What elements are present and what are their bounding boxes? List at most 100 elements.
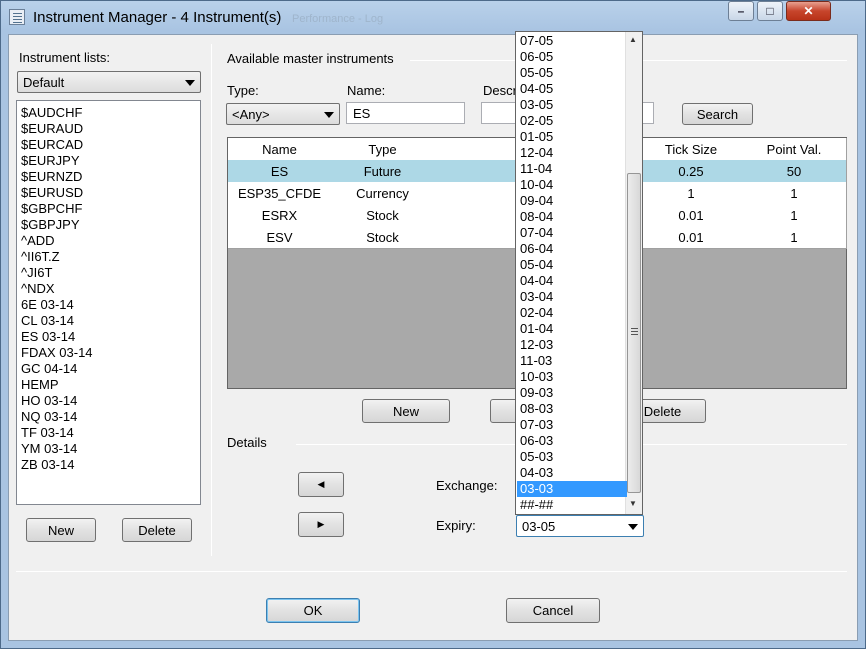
expiry-option[interactable]: 02-05 bbox=[517, 113, 627, 129]
search-button[interactable]: Search bbox=[682, 103, 753, 125]
expiry-option[interactable]: 04-05 bbox=[517, 81, 627, 97]
expiry-option[interactable]: ##-## bbox=[517, 497, 627, 513]
column-header[interactable]: Point Val. bbox=[742, 138, 847, 161]
expiry-option[interactable]: 08-04 bbox=[517, 209, 627, 225]
scroll-thumb[interactable] bbox=[627, 173, 641, 493]
instrument-list-item[interactable]: GC 04-14 bbox=[21, 361, 77, 377]
expiry-option[interactable]: 11-03 bbox=[517, 353, 627, 369]
scroll-up-icon[interactable]: ▲ bbox=[629, 35, 637, 44]
list-new-button[interactable]: New bbox=[26, 518, 96, 542]
instrument-list-select[interactable]: Default bbox=[17, 71, 201, 93]
master-new-button[interactable]: New bbox=[362, 399, 450, 423]
instrument-list-item[interactable]: NQ 03-14 bbox=[21, 409, 77, 425]
instrument-list-item[interactable]: $GBPCHF bbox=[21, 201, 82, 217]
move-right-button[interactable]: ▶ bbox=[298, 512, 344, 537]
grid-cell[interactable]: 50 bbox=[742, 160, 847, 183]
dropdown-scrollbar[interactable]: ▲ ▼ bbox=[625, 32, 642, 514]
grid-cell[interactable]: 0.01 bbox=[640, 204, 743, 227]
instrument-list-item[interactable]: HEMP bbox=[21, 377, 59, 393]
grid-cell[interactable]: ESP35_CFDE bbox=[228, 182, 332, 205]
grid-cell[interactable]: Future bbox=[331, 160, 435, 183]
grid-cell[interactable]: Stock bbox=[331, 204, 435, 227]
expiry-option[interactable]: 05-04 bbox=[517, 257, 627, 273]
expiry-option[interactable]: 06-05 bbox=[517, 49, 627, 65]
grid-cell[interactable]: Stock bbox=[331, 226, 435, 249]
instrument-list-item[interactable]: ^NDX bbox=[21, 281, 55, 297]
window-title: Instrument Manager - 4 Instrument(s) bbox=[33, 9, 282, 26]
expiry-option[interactable]: 09-03 bbox=[517, 385, 627, 401]
grid-cell[interactable]: Currency bbox=[331, 182, 435, 205]
minimize-icon: – bbox=[737, 4, 745, 18]
close-button[interactable]: ✕ bbox=[786, 1, 831, 21]
instrument-list-item[interactable]: ^II6T.Z bbox=[21, 249, 60, 265]
expiry-option[interactable]: 06-03 bbox=[517, 433, 627, 449]
expiry-select[interactable]: 03-05 bbox=[516, 515, 644, 537]
expiry-option[interactable]: 11-04 bbox=[517, 161, 627, 177]
instrument-list-item[interactable]: $EURUSD bbox=[21, 185, 83, 201]
grid-cell[interactable]: 0.25 bbox=[640, 160, 743, 183]
column-header[interactable]: Tick Size bbox=[640, 138, 743, 161]
instrument-listbox[interactable]: $AUDCHF $EURAUD $EURCAD $EURJPY $EURNZD $EURU… bbox=[16, 100, 201, 505]
grid-cell[interactable]: ES bbox=[228, 160, 332, 183]
expiry-option[interactable]: 02-04 bbox=[517, 305, 627, 321]
instrument-list-item[interactable]: 6E 03-14 bbox=[21, 297, 74, 313]
grid-cell[interactable]: 0.01 bbox=[640, 226, 743, 249]
type-select[interactable]: <Any> bbox=[226, 103, 340, 125]
expiry-option[interactable]: 10-04 bbox=[517, 177, 627, 193]
grid-cell[interactable]: 1 bbox=[640, 182, 743, 205]
instrument-list-item[interactable]: HO 03-14 bbox=[21, 393, 77, 409]
instrument-list-item[interactable]: FDAX 03-14 bbox=[21, 345, 93, 361]
grid-cell[interactable]: 1 bbox=[742, 204, 847, 227]
expiry-option[interactable]: 04-04 bbox=[517, 273, 627, 289]
grid-cell[interactable]: 1 bbox=[742, 182, 847, 205]
expiry-option[interactable]: 12-03 bbox=[517, 337, 627, 353]
expiry-option[interactable]: 03-05 bbox=[517, 97, 627, 113]
cancel-button[interactable]: Cancel bbox=[506, 598, 600, 623]
grid-cell[interactable]: 1 bbox=[742, 226, 847, 249]
instrument-list-item[interactable]: $EURJPY bbox=[21, 153, 80, 169]
instrument-list-item[interactable]: $EURAUD bbox=[21, 121, 83, 137]
title-bar[interactable]: Instrument Manager - 4 Instrument(s) Per… bbox=[0, 0, 866, 34]
expiry-option[interactable]: 04-03 bbox=[517, 465, 627, 481]
expiry-option[interactable]: 03-04 bbox=[517, 289, 627, 305]
instrument-list-item[interactable]: $GBPJPY bbox=[21, 217, 80, 233]
expiry-option[interactable]: 07-03 bbox=[517, 417, 627, 433]
expiry-option[interactable]: 07-05 bbox=[517, 33, 627, 49]
name-input[interactable]: ES bbox=[346, 102, 465, 124]
expiry-option[interactable]: 07-04 bbox=[517, 225, 627, 241]
expiry-option[interactable]: 05-05 bbox=[517, 65, 627, 81]
instrument-list-item[interactable]: ^ADD bbox=[21, 233, 55, 249]
expiry-option[interactable]: 12-04 bbox=[517, 145, 627, 161]
expiry-option[interactable]: 01-05 bbox=[517, 129, 627, 145]
instrument-list-item[interactable]: ^JI6T bbox=[21, 265, 52, 281]
instrument-list-item[interactable]: $EURCAD bbox=[21, 137, 83, 153]
grid-cell[interactable]: ESRX bbox=[228, 204, 332, 227]
column-header[interactable]: Type bbox=[331, 138, 435, 161]
instrument-list-item[interactable]: $EURNZD bbox=[21, 169, 82, 185]
list-delete-button[interactable]: Delete bbox=[122, 518, 192, 542]
expiry-option[interactable]: 01-04 bbox=[517, 321, 627, 337]
chevron-down-icon bbox=[628, 524, 638, 530]
column-header[interactable]: Name bbox=[228, 138, 332, 161]
instrument-list-item[interactable]: CL 03-14 bbox=[21, 313, 74, 329]
ok-button[interactable]: OK bbox=[266, 598, 360, 623]
expiry-option[interactable]: 05-03 bbox=[517, 449, 627, 465]
instrument-list-item[interactable]: YM 03-14 bbox=[21, 441, 77, 457]
instrument-list-item[interactable]: ZB 03-14 bbox=[21, 457, 74, 473]
expiry-option[interactable]: 08-03 bbox=[517, 401, 627, 417]
maximize-button[interactable]: □ bbox=[757, 1, 783, 21]
instrument-list-item[interactable]: $AUDCHF bbox=[21, 105, 82, 121]
expiry-option[interactable]: 06-04 bbox=[517, 241, 627, 257]
expiry-option[interactable]: 09-04 bbox=[517, 193, 627, 209]
scroll-down-icon[interactable]: ▼ bbox=[629, 499, 637, 508]
expiry-label: Expiry: bbox=[436, 518, 476, 533]
expiry-option[interactable]: 03-03 bbox=[517, 481, 627, 497]
instrument-list-item[interactable]: ES 03-14 bbox=[21, 329, 75, 345]
instrument-list-item[interactable]: TF 03-14 bbox=[21, 425, 74, 441]
expiry-option[interactable]: 10-03 bbox=[517, 369, 627, 385]
expiry-dropdown-list[interactable]: ▲ ▼ 07-05 06-05 05-05 04-05 03-05 02-05 01-05 1… bbox=[515, 31, 643, 515]
move-left-button[interactable]: ◀ bbox=[298, 472, 344, 497]
arrow-right-icon: ▶ bbox=[317, 519, 325, 529]
grid-cell[interactable]: ESV bbox=[228, 226, 332, 249]
minimize-button[interactable]: – bbox=[728, 1, 754, 21]
